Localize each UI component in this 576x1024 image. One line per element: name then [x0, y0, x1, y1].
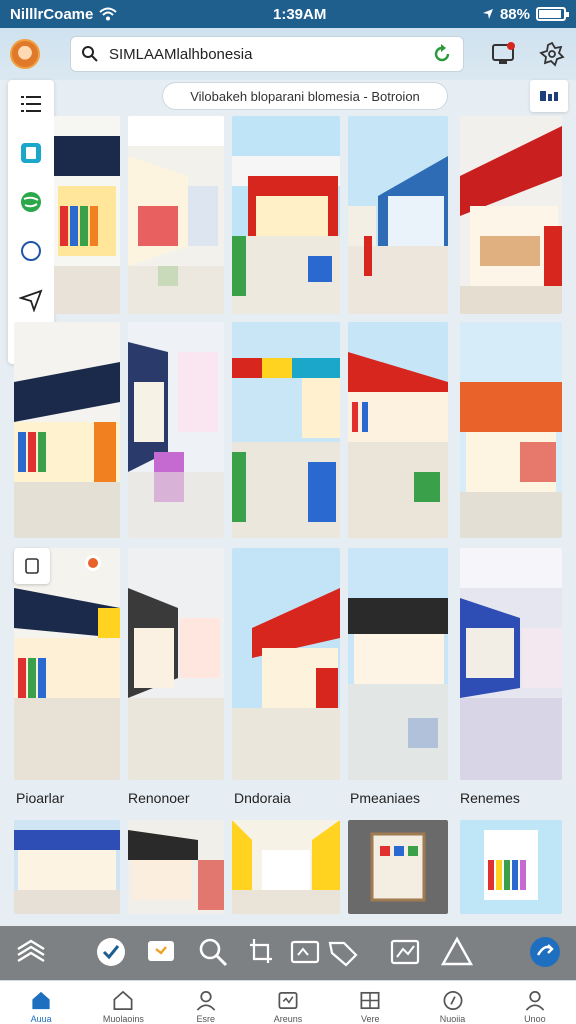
action-toolbar	[0, 926, 576, 980]
tile-label: Renemes	[460, 790, 520, 806]
location-arrow-icon	[482, 9, 493, 19]
warning-icon[interactable]	[440, 935, 474, 969]
clock: 1:39AM	[272, 5, 327, 23]
tile-label: Dndoraia	[234, 790, 291, 806]
nav-label: Unoo	[524, 1014, 546, 1024]
bookmark-icon	[25, 558, 39, 574]
mall-image-tile[interactable]	[348, 548, 448, 780]
grid-icon	[360, 991, 380, 1010]
refresh-icon[interactable]	[431, 43, 453, 65]
mall-image-tile[interactable]	[128, 820, 224, 914]
carrier-name: Nilllr​Coame	[10, 5, 94, 23]
tag-icon[interactable]	[326, 935, 360, 969]
search-input[interactable]	[109, 45, 421, 63]
activity-icon	[278, 991, 298, 1010]
search-tool-icon[interactable]	[196, 935, 230, 969]
tile-label: Pioarlar	[16, 790, 65, 806]
circle-button[interactable]	[18, 235, 44, 266]
nav-label: Auua	[30, 1014, 52, 1024]
check-icon[interactable]	[94, 935, 128, 969]
nav-user[interactable]: Unoo	[494, 981, 576, 1024]
mall-image-tile[interactable]	[232, 322, 340, 538]
house-outline-icon	[113, 990, 133, 1010]
mall-image-tile[interactable]	[460, 116, 562, 314]
notes-icon	[21, 142, 41, 163]
battery-percent: 88%	[499, 5, 530, 23]
mall-image-tile[interactable]	[460, 820, 562, 914]
crop-icon[interactable]	[244, 935, 278, 969]
mall-image-tile[interactable]	[128, 322, 224, 538]
menu-button[interactable]	[18, 88, 44, 119]
paper-plane-icon	[19, 289, 43, 312]
mall-image-tile[interactable]	[348, 820, 448, 914]
globe-icon	[21, 191, 41, 212]
wifi-icon	[99, 7, 118, 21]
battery-icon	[536, 7, 569, 21]
gallery-caption: Vilobakeh bloparani blomesia - Botroion	[162, 82, 448, 110]
mall-image-tile[interactable]	[460, 548, 562, 780]
person-icon	[196, 991, 215, 1011]
mall-image-tile[interactable]	[232, 820, 340, 914]
frame-icon[interactable]	[288, 935, 322, 969]
record-indicator-icon	[85, 555, 101, 571]
search-bar[interactable]	[70, 36, 464, 72]
status-bar: Nilllr​Coame 1:39AM 88%	[0, 0, 576, 28]
mall-image-tile[interactable]	[14, 322, 120, 538]
send-button[interactable]	[18, 284, 44, 315]
nav-label: Vere	[361, 1014, 380, 1024]
mall-image-tile[interactable]	[128, 116, 224, 314]
nav-label: Muolaoins	[102, 1014, 144, 1024]
tile-label: Renonoer	[128, 790, 190, 806]
avatar[interactable]	[10, 39, 40, 69]
bottom-navigation: Auua Muolaoins Esre Areuns Vere Nuoiia U…	[0, 980, 576, 1024]
message-icon[interactable]	[144, 935, 178, 969]
notes-button[interactable]	[18, 137, 44, 168]
layout-toggle-button[interactable]	[530, 80, 568, 112]
app-header	[0, 28, 576, 80]
settings-gear-icon[interactable]	[538, 40, 566, 68]
user-icon	[525, 991, 545, 1011]
nav-label: Esre	[196, 1014, 215, 1024]
home-icon	[32, 991, 50, 1010]
circle-icon	[21, 240, 41, 261]
globe-button[interactable]	[18, 186, 44, 217]
share-icon[interactable]	[528, 935, 562, 969]
tile-label: Pmeaniaes	[350, 790, 421, 806]
mall-image-tile[interactable]	[460, 322, 562, 538]
menu-icon	[21, 95, 41, 112]
layers-icon[interactable]	[14, 935, 48, 969]
bookmark-button[interactable]	[14, 548, 50, 584]
search-icon	[82, 46, 98, 62]
nav-profile[interactable]: Esre	[165, 981, 247, 1024]
compass-icon	[443, 991, 463, 1010]
nav-activity[interactable]: Areuns	[247, 981, 329, 1024]
layout-icon	[540, 91, 558, 101]
nav-view[interactable]: Vere	[329, 981, 411, 1024]
mall-image-tile[interactable]	[232, 548, 340, 780]
nav-label: Areuns	[273, 1014, 303, 1024]
mall-image-tile[interactable]	[348, 116, 448, 314]
mall-image-tile[interactable]	[348, 322, 448, 538]
nav-modules[interactable]: Muolaoins	[82, 981, 164, 1024]
mall-image-tile[interactable]	[128, 548, 224, 780]
nav-home[interactable]: Auua	[0, 981, 82, 1024]
chart-icon[interactable]	[388, 935, 422, 969]
nav-news[interactable]: Nuoiia	[411, 981, 493, 1024]
mall-image-tile[interactable]	[14, 820, 120, 914]
screen-share-icon[interactable]	[490, 40, 518, 68]
mall-image-tile[interactable]	[54, 116, 120, 314]
nav-label: Nuoiia	[439, 1014, 466, 1024]
mall-image-tile[interactable]	[232, 116, 340, 314]
